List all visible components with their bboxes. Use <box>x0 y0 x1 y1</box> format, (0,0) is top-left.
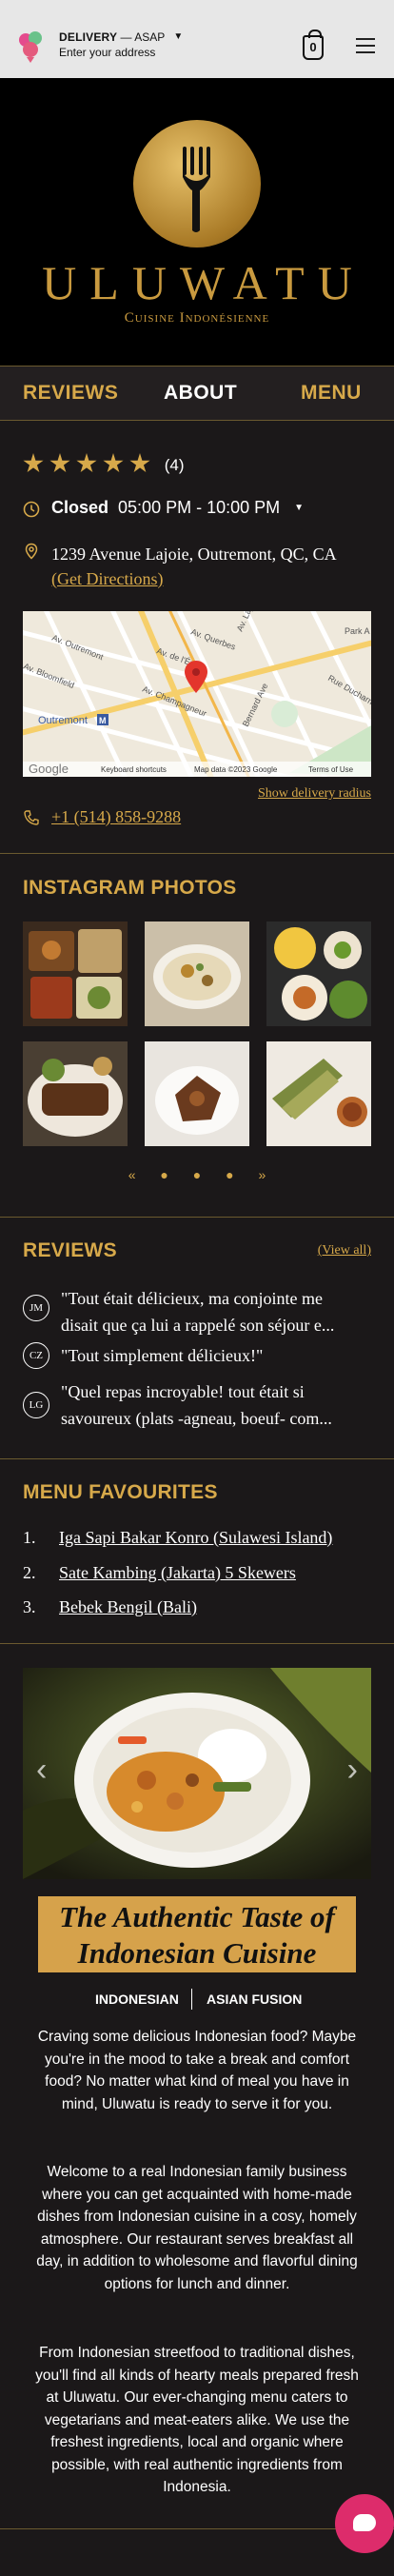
hero-title: ULUWATU <box>42 256 365 309</box>
map-street-label: Park A <box>345 626 370 636</box>
show-delivery-radius-link[interactable]: Show delivery radius <box>258 786 371 802</box>
instagram-photo[interactable] <box>145 1041 249 1146</box>
instagram-photo[interactable] <box>266 1041 371 1146</box>
about-paragraph: Welcome to a real Indonesian family busi… <box>36 2164 358 2292</box>
clock-icon <box>23 501 40 518</box>
pager-dot[interactable]: ● <box>226 1167 233 1182</box>
map-provider-logo: Google <box>29 762 69 776</box>
hours-range: 05:00 PM - 10:00 PM <box>118 498 281 517</box>
pager-dot[interactable]: ● <box>193 1167 201 1182</box>
favourite-item[interactable]: 1. Iga Sapi Bakar Konro (Sulawesi Island) <box>23 1528 332 1548</box>
tab-reviews[interactable]: REVIEWS <box>23 382 118 405</box>
carousel-prev-icon[interactable]: ‹ <box>36 1752 47 1789</box>
delivery-mode: DELIVERY <box>59 30 118 44</box>
reviewer-avatar: CZ <box>23 1342 49 1369</box>
open-status: Closed <box>51 498 109 517</box>
review-count: (4) <box>164 456 185 474</box>
instagram-photo[interactable] <box>23 1041 128 1146</box>
location-map[interactable]: Av. Querbes Av. de l'Épée Av. Outremont … <box>23 611 371 777</box>
section-tabs: REVIEWS ABOUT MENU <box>0 366 394 421</box>
instagram-pager: « ● ● ● » <box>0 1167 394 1182</box>
reviewer-avatar: JM <box>23 1295 49 1321</box>
review-item[interactable]: CZ "Tout simplement délicieux!" <box>23 1342 375 1375</box>
favourite-link[interactable]: Iga Sapi Bakar Konro (Sulawesi Island) <box>59 1528 332 1547</box>
brand-logo-icon[interactable] <box>17 29 44 63</box>
map-terms-link[interactable]: Terms of Use <box>308 765 354 774</box>
banner-title: The Authentic Taste of Indonesian Cuisin… <box>59 1900 335 1970</box>
cart-button[interactable]: 0 <box>303 30 324 60</box>
cart-count: 0 <box>309 40 317 54</box>
divider <box>0 1458 394 1459</box>
reviewer-avatar: LG <box>23 1392 49 1418</box>
map-metro-label: Outremont <box>38 715 88 726</box>
favourite-item[interactable]: 3. Bebek Bengil (Bali) <box>23 1597 197 1617</box>
favourite-link[interactable]: Bebek Bengil (Bali) <box>59 1597 197 1616</box>
pager-prev-icon[interactable]: « <box>128 1167 136 1182</box>
menu-favourites-heading: MENU FAVOURITES <box>23 1481 218 1503</box>
food-photo <box>23 1668 371 1879</box>
pager-dot[interactable]: ● <box>160 1167 167 1182</box>
get-directions-link[interactable]: (Get Directions) <box>51 566 337 591</box>
phone-link[interactable]: +1 (514) 858-9288 <box>51 807 181 827</box>
authentic-banner: The Authentic Taste of Indonesian Cuisin… <box>38 1896 356 1972</box>
location-pin-icon <box>25 543 38 560</box>
divider <box>0 1643 394 1644</box>
about-paragraph: Craving some delicious Indonesian food? … <box>37 2029 357 2112</box>
address-prompt: Enter your address <box>59 46 156 59</box>
divider <box>0 853 394 854</box>
favourite-number: 2. <box>23 1563 36 1582</box>
review-item[interactable]: JM "Tout était délicieux, ma conjointe m… <box>23 1285 375 1342</box>
fork-emblem-icon <box>133 120 261 248</box>
hero-banner: ULUWATU Cuisine Indonésienne <box>0 78 394 366</box>
favourite-number: 1. <box>23 1528 36 1547</box>
map-keyboard-shortcuts[interactable]: Keyboard shortcuts <box>101 765 167 774</box>
view-all-reviews-link[interactable]: (View all) <box>318 1243 371 1258</box>
hero-subtitle: Cuisine Indonésienne <box>124 310 270 326</box>
rating[interactable]: (4) <box>23 453 185 475</box>
instagram-photo[interactable] <box>23 921 128 1026</box>
about-paragraph: From Indonesian streetfood to traditiona… <box>35 2345 359 2495</box>
caret-down-icon: ▼ <box>173 31 184 42</box>
instagram-photo[interactable] <box>266 921 371 1026</box>
opening-hours[interactable]: Closed 05:00 PM - 10:00 PM ▼ <box>51 498 304 518</box>
street-address: 1239 Avenue Lajoie, Outremont, QC, CA <box>51 545 337 564</box>
star-icon <box>76 453 97 473</box>
food-carousel[interactable]: ‹ › <box>23 1668 371 1879</box>
map-data-credit: Map data ©2023 Google <box>194 765 278 774</box>
delivery-timing: — ASAP <box>120 30 165 44</box>
star-icon <box>23 453 44 473</box>
favourite-number: 3. <box>23 1597 36 1616</box>
svg-text:M: M <box>99 716 107 725</box>
divider <box>0 1217 394 1218</box>
reviews-heading: REVIEWS <box>23 1239 117 1261</box>
instagram-photo[interactable] <box>145 921 249 1026</box>
review-item[interactable]: LG "Quel repas incroyable! tout était si… <box>23 1378 375 1436</box>
star-icon <box>129 453 150 473</box>
caret-down-icon: ▼ <box>294 503 305 513</box>
chat-bubble-icon[interactable] <box>335 2494 394 2553</box>
favourite-link[interactable]: Sate Kambing (Jakarta) 5 Skewers <box>59 1563 296 1582</box>
favourite-item[interactable]: 2. Sate Kambing (Jakarta) 5 Skewers <box>23 1563 296 1583</box>
review-text: "Quel repas incroyable! tout était si sa… <box>61 1382 332 1428</box>
star-icon <box>103 453 124 473</box>
cuisine-tag: INDONESIAN <box>95 1991 179 2007</box>
delivery-selector[interactable]: DELIVERY — ASAP ▼ Enter your address <box>59 30 183 59</box>
cuisine-tag: ASIAN FUSION <box>207 1991 303 2007</box>
instagram-heading: INSTAGRAM PHOTOS <box>23 877 237 899</box>
address-block: 1239 Avenue Lajoie, Outremont, QC, CA (G… <box>51 542 337 591</box>
phone-icon <box>24 810 39 825</box>
tab-menu[interactable]: MENU <box>301 382 362 405</box>
menu-icon[interactable] <box>356 38 375 53</box>
star-icon <box>49 453 70 473</box>
carousel-next-icon[interactable]: › <box>347 1752 358 1789</box>
top-bar: DELIVERY — ASAP ▼ Enter your address 0 <box>0 0 394 78</box>
review-text: "Tout était délicieux, ma conjointe me d… <box>61 1289 335 1335</box>
tab-about[interactable]: ABOUT <box>164 382 237 405</box>
tag-divider <box>191 1989 192 2010</box>
review-text: "Tout simplement délicieux!" <box>61 1346 264 1365</box>
pager-next-icon[interactable]: » <box>258 1167 266 1182</box>
